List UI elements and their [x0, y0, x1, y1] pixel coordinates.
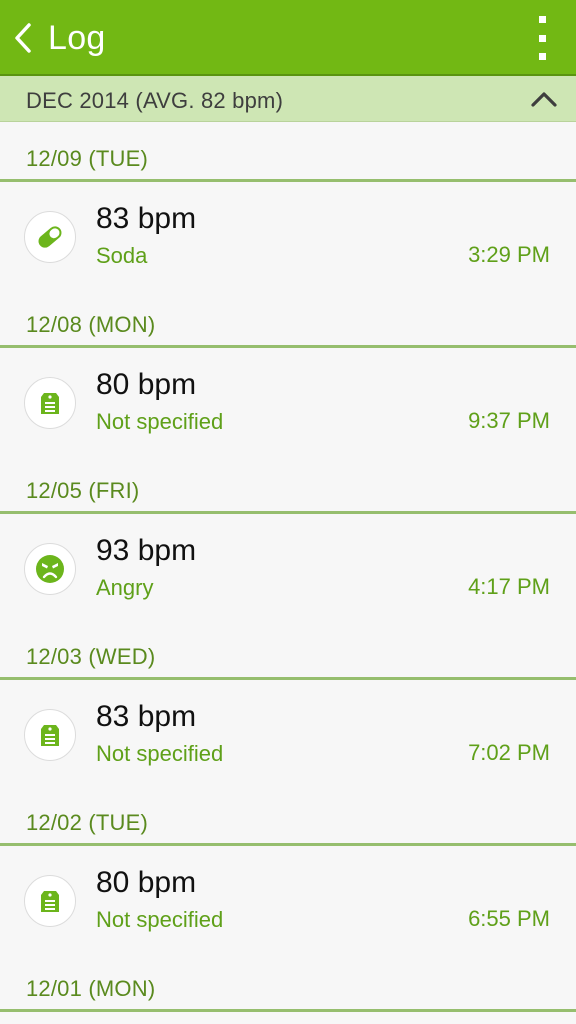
entry-time: 6:55 PM — [468, 906, 550, 931]
entry-time: 7:02 PM — [468, 740, 550, 765]
more-dot-icon — [538, 16, 546, 23]
day-label: 12/09 (TUE) — [26, 146, 149, 171]
log-entry[interactable]: 80 bpm Not specified 6:55 PM — [0, 846, 576, 952]
heart-rate-value: 80 bpm — [96, 368, 197, 401]
day-header: 12/03 (WED) — [0, 620, 576, 680]
day-header: 12/01 (MON) — [0, 952, 576, 1012]
day-header: 12/05 (FRI) — [0, 454, 576, 514]
tag-icon — [24, 709, 76, 761]
month-summary: DEC 2014 (AVG. 82 bpm) — [26, 88, 284, 113]
entry-time: 4:17 PM — [468, 574, 550, 599]
log-entry[interactable]: 83 bpm Soda 3:29 PM — [0, 182, 576, 288]
chevron-left-icon — [12, 22, 34, 54]
heart-rate-value: 83 bpm — [96, 700, 197, 733]
angry-face-icon — [24, 543, 76, 595]
day-label: 12/03 (WED) — [26, 644, 156, 669]
app-bar: Log — [0, 0, 576, 76]
more-dot-icon — [538, 34, 546, 42]
tag-icon — [24, 875, 76, 927]
day-header: 12/08 (MON) — [0, 288, 576, 348]
entry-tag: Angry — [96, 575, 154, 600]
log-entry[interactable]: 83 bpm Not specified 7:02 PM — [0, 680, 576, 786]
log-entry[interactable]: 93 bpm Angry 4:17 PM — [0, 514, 576, 620]
heart-rate-value: 93 bpm — [96, 534, 197, 567]
day-header: 12/02 (TUE) — [0, 786, 576, 846]
day-label: 12/01 (MON) — [26, 976, 156, 1001]
day-label: 12/08 (MON) — [26, 312, 156, 337]
heart-rate-value: 80 bpm — [96, 866, 197, 899]
entry-time: 9:37 PM — [468, 408, 550, 433]
back-button[interactable]: Log — [0, 0, 122, 76]
log-entry[interactable]: 80 bpm Not specified 9:37 PM — [0, 348, 576, 454]
day-label: 12/05 (FRI) — [26, 478, 140, 503]
more-dot-icon — [538, 53, 546, 60]
entry-tag: Soda — [96, 243, 148, 268]
pill-icon — [24, 211, 76, 263]
month-group-header[interactable]: DEC 2014 (AVG. 82 bpm) — [0, 76, 576, 122]
day-label: 12/02 (TUE) — [26, 810, 149, 835]
page-title: Log — [48, 18, 106, 57]
heart-rate-value: 83 bpm — [96, 202, 197, 235]
entry-tag: Not specified — [96, 907, 224, 932]
entry-tag: Not specified — [96, 741, 224, 766]
more-options-button[interactable] — [534, 16, 550, 60]
tag-icon — [24, 377, 76, 429]
log-screen: Log DEC 2014 (AVG. 82 bpm) 12/09 (TUE) 83… — [0, 0, 576, 1024]
log-list: 12/09 (TUE) 83 bpm Soda 3:29 PM 12/08 (MON) 8… — [0, 122, 576, 1012]
entry-time: 3:29 PM — [468, 242, 550, 267]
day-header: 12/09 (TUE) — [0, 122, 576, 182]
chevron-up-icon — [530, 88, 558, 110]
entry-tag: Not specified — [96, 409, 224, 434]
